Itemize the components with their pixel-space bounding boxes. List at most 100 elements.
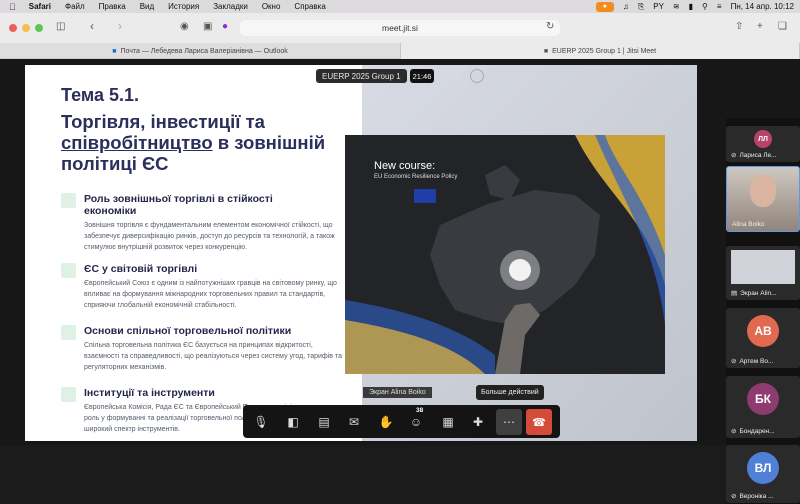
- checkbox-icon: [61, 325, 76, 340]
- screen-share-icon: ▤: [731, 290, 738, 297]
- microphone-in-use-icon[interactable]: ●: [595, 1, 614, 12]
- mic-muted-icon: ⊘: [731, 358, 737, 365]
- leave-meeting-button[interactable]: ☎: [526, 409, 552, 435]
- meeting-controls-toolbar: 🎙 ◧ ▤ ✉ ✋ ☺ ▦ ✚ ⋯ ☎: [243, 405, 560, 438]
- course-cover-image: New course: EU Economic Resilience Polic…: [345, 135, 665, 374]
- more-actions-tooltip: Больше действий: [476, 385, 544, 400]
- jitsi-icon: ■: [543, 47, 549, 55]
- participant-name-row: ⊘ Артем Во...: [731, 357, 796, 366]
- tab-outlook[interactable]: ■ Почта — Лебедева Лариса Валеріанівна —…: [0, 43, 400, 59]
- tab-jitsi-label: EUERP 2025 Group 1 | Jitsi Meet: [552, 47, 657, 55]
- menu-bookmarks[interactable]: Закладки: [213, 2, 248, 11]
- participant-name: Вероніка ...: [739, 492, 774, 500]
- avatar: ВЛ: [747, 452, 779, 484]
- wifi-icon[interactable]: ≋: [673, 2, 680, 11]
- menu-view[interactable]: Вид: [140, 2, 154, 11]
- avatar: АВ: [747, 315, 779, 347]
- url-text: meet.jit.si: [382, 23, 418, 33]
- chat-button[interactable]: ✉: [341, 409, 367, 435]
- back-icon[interactable]: ‹: [90, 19, 94, 33]
- slide-title-part1: Торгівля, інвестиції та: [61, 111, 265, 132]
- participant-tile[interactable]: ЛЛ ⊘ Лариса Ле...: [726, 126, 800, 162]
- battery-icon[interactable]: ▮: [689, 2, 693, 11]
- tile-view-button[interactable]: ▦: [435, 409, 461, 435]
- extension-purple-icon[interactable]: ●: [222, 21, 228, 32]
- participant-tile-screen[interactable]: ▤ Экран Alin...: [726, 246, 800, 300]
- mic-muted-icon: ⊘: [731, 428, 737, 435]
- clipboard-icon[interactable]: ⎘: [638, 2, 644, 12]
- course-cover-subtitle: EU Economic Resilience Policy: [374, 174, 458, 180]
- privacy-report-icon[interactable]: ◉: [180, 21, 189, 32]
- new-tab-icon[interactable]: +: [757, 21, 763, 32]
- tab-overview-icon[interactable]: ❏: [778, 21, 787, 32]
- raise-hand-button[interactable]: ✋: [373, 409, 399, 435]
- apple-menu-icon[interactable]: : [9, 2, 16, 12]
- participant-name: Лариса Ле...: [739, 151, 777, 159]
- participant-tile[interactable]: ВЛ ⊘ Вероніка ...: [726, 445, 800, 503]
- participant-name: Артем Во...: [739, 357, 774, 365]
- menu-edit[interactable]: Правка: [99, 2, 126, 11]
- search-icon[interactable]: ⚲: [702, 2, 708, 11]
- window-close-button[interactable]: [9, 24, 17, 32]
- address-bar[interactable]: meet.jit.si: [240, 20, 560, 36]
- camera-off-button[interactable]: ◧: [280, 409, 306, 435]
- section-heading: Інституції та інструменти: [84, 387, 215, 399]
- share-screen-button[interactable]: ▤: [311, 409, 337, 435]
- menu-window[interactable]: Окно: [262, 2, 281, 11]
- camera-off-icon: ◧: [287, 415, 299, 429]
- window-minimize-button[interactable]: [22, 24, 30, 32]
- clock[interactable]: Пн, 14 апр. 10:12: [731, 2, 794, 11]
- screen-thumbnail: [731, 250, 795, 284]
- participant-tile[interactable]: АВ ⊘ Артем Во...: [726, 308, 800, 368]
- participant-tile[interactable]: БК ⊘ Бондарен...: [726, 376, 800, 438]
- participants-count-button[interactable]: ☺ 38: [438, 69, 466, 83]
- slide-title-underlined: співробітництво: [61, 132, 213, 153]
- share-icon[interactable]: ⇧: [735, 21, 743, 32]
- music-icon[interactable]: ♫: [623, 2, 629, 11]
- menubar-status-area: ● ♫ ⎘ PY ≋ ▮ ⚲ ≡ Пн, 14 апр. 10:12: [595, 0, 794, 13]
- more-actions-button[interactable]: ⋯: [496, 409, 522, 435]
- section-text: Європейський Союз є одним із найпотужніш…: [84, 280, 337, 309]
- macos-menubar:  Safari Файл Правка Вид История Закладк…: [0, 0, 800, 13]
- participant-name-row: ▤ Экран Alin...: [731, 289, 796, 298]
- sidebar-toggle-icon[interactable]: ◫: [56, 21, 65, 32]
- participant-tile-video[interactable]: Alina Boiko: [726, 166, 800, 232]
- screen-share-icon: ▤: [318, 415, 330, 429]
- participant-name-row: ⊘ Вероніка ...: [731, 492, 796, 501]
- course-cover-heading: New course:: [374, 160, 436, 172]
- raise-hand-icon: ✋: [378, 415, 394, 429]
- menu-history[interactable]: История: [168, 2, 199, 11]
- slide-title: Торгівля, інвестиції та співробітництво …: [61, 111, 341, 174]
- meeting-stage: Тема 5.1. Торгівля, інвестиції та співро…: [0, 59, 800, 504]
- tab-jitsi-meet[interactable]: ■ EUERP 2025 Group 1 | Jitsi Meet: [400, 43, 800, 59]
- menu-app-safari[interactable]: Safari: [29, 2, 51, 11]
- menu-file[interactable]: Файл: [65, 2, 85, 11]
- slide-topic: Тема 5.1.: [61, 85, 139, 105]
- connection-stats-icon[interactable]: ◴: [470, 69, 484, 83]
- participant-name: Бондарен...: [739, 427, 775, 435]
- more-dots-icon: ⋯: [503, 415, 515, 429]
- forward-icon[interactable]: ›: [118, 19, 122, 33]
- safari-toolbar: ◫ ‹ › ◉ ▣ ● meet.jit.si ↻ ⇧ + ❏: [0, 13, 800, 43]
- participant-name-row: ⊘ Бондарен...: [731, 427, 796, 436]
- invite-button[interactable]: ✚: [465, 409, 491, 435]
- participants-count: 38: [453, 71, 462, 81]
- menu-help[interactable]: Справка: [294, 2, 325, 11]
- keyboard-layout-indicator[interactable]: PY: [653, 2, 664, 11]
- tab-outlook-label: Почта — Лебедева Лариса Валеріанівна — O…: [120, 47, 288, 55]
- add-person-icon: ✚: [472, 415, 484, 429]
- section-text: Спільна торговельна політика ЄС базуєтьс…: [84, 342, 342, 371]
- checkbox-icon: [61, 387, 76, 402]
- window-zoom-button[interactable]: [35, 24, 43, 32]
- tile-view-icon: ▦: [442, 415, 454, 429]
- hangup-icon: ☎: [532, 416, 546, 429]
- participant-face: [750, 175, 776, 207]
- control-center-icon[interactable]: ≡: [717, 2, 722, 11]
- reload-icon[interactable]: ↻: [546, 21, 554, 32]
- participants-icon: ☺: [409, 415, 423, 429]
- meeting-timer: 21:46: [410, 69, 434, 83]
- participant-name-row: ⊘ Лариса Ле...: [731, 151, 796, 160]
- microphone-muted-button[interactable]: 🎙: [248, 409, 274, 435]
- extension-icon[interactable]: ▣: [203, 21, 212, 32]
- outlook-icon: ■: [112, 47, 117, 55]
